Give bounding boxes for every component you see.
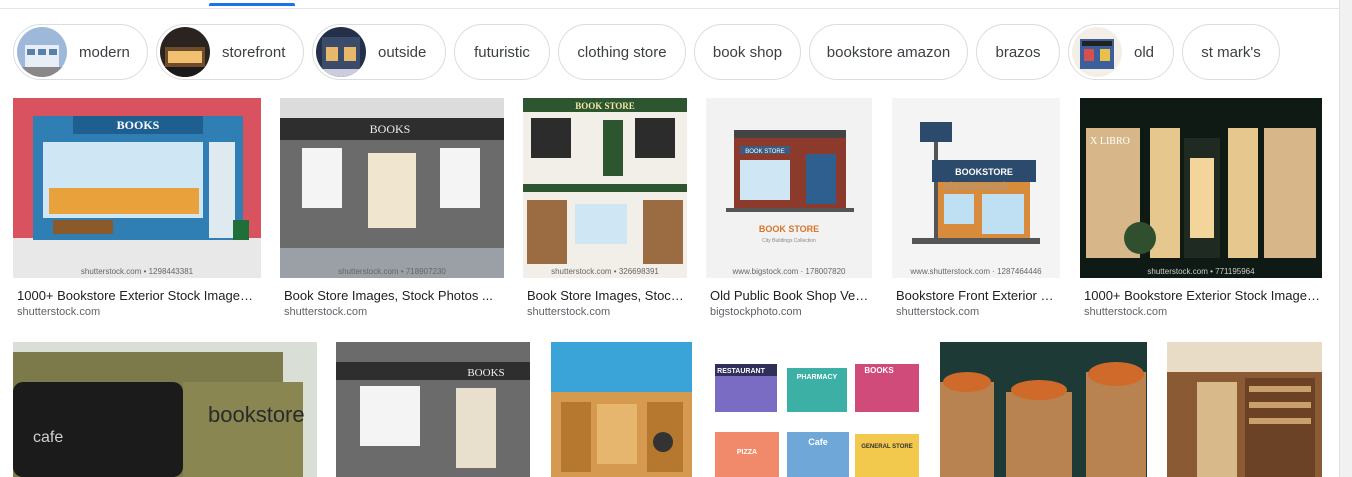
chip-label: futuristic [474,43,530,61]
watermark: shutterstock.com • 326698391 [551,267,659,276]
result-tile[interactable] [551,342,692,477]
chip-label: clothing store [577,43,667,61]
result-tile[interactable]: RESTAURANT PHARMACY BOOKS PIZZA Cafe GEN… [713,342,921,477]
chip-label: book shop [712,43,783,61]
chip-storefront[interactable]: storefront [156,24,304,80]
result-tile[interactable] [1167,342,1322,477]
result-source[interactable]: shutterstock.com [896,306,979,318]
sign-cafe: Cafe [808,437,828,447]
result-source[interactable]: shutterstock.com [17,306,100,318]
sign-general-store: GENERAL STORE [861,444,912,450]
store-sign: BOOK STORE [745,149,785,155]
chip-st-marks[interactable]: st mark's [1182,24,1280,80]
result-image[interactable] [940,342,1147,477]
image-caption: BOOK STORE [759,224,819,234]
result-source[interactable]: bigstockphoto.com [710,306,802,318]
result-title[interactable]: Bookstore Front Exterior De... [896,288,1058,303]
result-title[interactable]: Book Store Images, Stock Photos ... [284,288,500,303]
result-image[interactable]: BOOKS shutterstock.com • 1298443381 [13,98,261,278]
storefront-thumb [160,27,210,77]
result-title[interactable]: Old Public Book Shop Vect... [710,288,870,303]
result-tile[interactable]: BOOKS [336,342,530,477]
result-image[interactable]: BOOK STORE BOOK STORE City Buildings Col… [706,98,872,278]
watermark: www.bigstock.com · 178007820 [732,267,846,276]
chip-book-shop[interactable]: book shop [694,24,801,80]
chip-label: storefront [222,43,286,61]
chip-label: old [1134,43,1155,61]
result-image[interactable]: BOOK STORE shutterstock.com • 326698391 [523,98,687,278]
result-tile[interactable] [940,342,1147,477]
store-sign: BOOKSTORE [955,167,1013,177]
modern-building-thumb [17,27,67,77]
result-tile[interactable]: BOOK STORE shutterstock.com • 326698391 … [523,98,687,323]
result-tile[interactable]: BOOKS shutterstock.com • 1298443381 1000… [13,98,261,323]
result-image[interactable]: BOOKS shutterstock.com • 718907230 [280,98,504,278]
chip-clothing-store[interactable]: clothing store [558,24,686,80]
sign-books: BOOKS [864,366,894,375]
result-image[interactable]: BOOKSTORE shutterstock www.shutterstock.… [892,98,1060,278]
chip-modern[interactable]: modern [13,24,148,80]
chip-brazos[interactable]: brazos [976,24,1060,80]
result-image[interactable]: X LIBRO shutterstock.com • 771195964 [1080,98,1322,278]
chip-old[interactable]: old [1068,24,1174,80]
watermark: shutterstock.com • 718907230 [338,267,446,276]
outside-thumb [316,27,366,77]
watermark-overlay: shutterstock [944,179,1010,193]
chip-label: modern [79,43,130,61]
watermark: www.shutterstock.com · 1287464446 [910,267,1042,276]
store-sign: BOOK STORE [575,101,635,111]
store-sign: bookstore [208,402,305,427]
cafe-sign: cafe [33,429,63,446]
result-image[interactable]: cafe bookstore [13,342,317,477]
result-image[interactable]: BOOKS [336,342,530,477]
top-tab-bar [0,0,1340,9]
chip-outside[interactable]: outside [312,24,446,80]
sign-pharmacy: PHARMACY [797,374,838,381]
chip-label: outside [378,43,427,61]
watermark: shutterstock.com • 1298443381 [80,267,194,276]
result-image[interactable] [1167,342,1322,477]
watermark: shutterstock.com • 771195964 [1147,267,1255,276]
store-sign: X LIBRO [1090,136,1130,147]
chip-label: st mark's [1201,43,1261,61]
scrollbar[interactable] [1339,0,1352,477]
store-sign: BOOKS [467,367,504,379]
result-source[interactable]: shutterstock.com [1084,306,1167,318]
sign-restaurant: RESTAURANT [717,368,765,375]
store-sign: BOOKS [370,122,411,136]
result-title[interactable]: 1000+ Bookstore Exterior Stock Images ..… [17,288,257,303]
active-tab-indicator [209,3,295,6]
chip-futuristic[interactable]: futuristic [454,24,550,80]
result-title[interactable]: 1000+ Bookstore Exterior Stock Images ..… [1084,288,1322,303]
result-tile[interactable]: BOOKS shutterstock.com • 718907230 Book … [280,98,504,323]
result-tile[interactable]: BOOKSTORE shutterstock www.shutterstock.… [892,98,1060,323]
chip-label: bookstore amazon [826,43,951,61]
image-subcaption: City Buildings Collection [762,238,816,244]
result-tile[interactable]: BOOK STORE BOOK STORE City Buildings Col… [706,98,872,323]
result-tile[interactable]: cafe bookstore [13,342,317,477]
store-sign: BOOKS [117,118,160,132]
result-image[interactable] [551,342,692,477]
chip-label: brazos [995,43,1041,61]
result-image[interactable]: RESTAURANT PHARMACY BOOKS PIZZA Cafe GEN… [713,342,921,477]
result-tile[interactable]: X LIBRO shutterstock.com • 771195964 100… [1080,98,1322,323]
chip-bookstore-amazon[interactable]: bookstore amazon [809,24,968,80]
old-store-thumb [1072,27,1122,77]
sign-pizza: PIZZA [737,449,757,456]
result-source[interactable]: shutterstock.com [284,306,367,318]
result-source[interactable]: shutterstock.com [527,306,610,318]
result-title[interactable]: Book Store Images, Stock ... [527,288,687,303]
